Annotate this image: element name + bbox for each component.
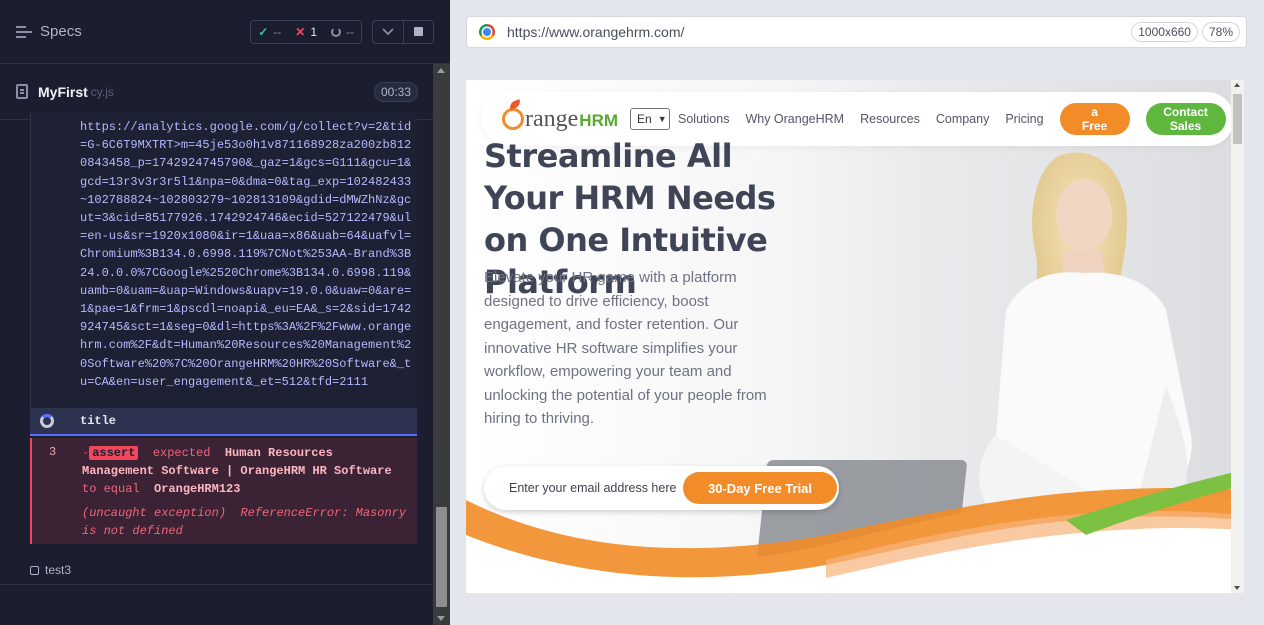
passed-count: -- bbox=[273, 24, 282, 39]
spec-duration: 00:33 bbox=[373, 81, 418, 102]
specs-menu-icon bbox=[16, 25, 32, 38]
command-number: 3 bbox=[49, 445, 57, 459]
pending-stat: -- bbox=[324, 25, 361, 39]
chevron-down-icon: ▼ bbox=[657, 114, 667, 124]
failed-icon: ✕ bbox=[295, 24, 306, 39]
nav-links: Solutions Why OrangeHRM Resources Compan… bbox=[678, 112, 1044, 126]
aut-viewport: range HRM En ▼ Solutions Why OrangeHRM R… bbox=[466, 80, 1244, 593]
assert-message: - assert expected Human Resources Managem… bbox=[82, 444, 412, 498]
zoom-badge: 78% bbox=[1201, 22, 1240, 42]
language-select[interactable]: En ▼ bbox=[630, 108, 671, 130]
passed-stat: ✓ -- bbox=[251, 25, 288, 39]
document-icon bbox=[16, 84, 28, 99]
passed-icon: ✓ bbox=[258, 24, 269, 39]
contact-sales-button[interactable]: Contact Sales bbox=[1145, 103, 1226, 135]
viewport-size-badge[interactable]: 1000x660 bbox=[1131, 22, 1198, 42]
uncaught-exception: (uncaught exception) ReferenceError: Mas… bbox=[82, 504, 412, 540]
pending-count: -- bbox=[346, 24, 354, 39]
assert-expected-value: OrangeHRM123 bbox=[154, 482, 241, 496]
logo-orange-icon bbox=[502, 99, 524, 130]
contact-button-line2: Sales bbox=[1169, 119, 1202, 133]
test-item-test3[interactable]: test3 bbox=[30, 563, 71, 577]
exception-prefix: (uncaught exception) bbox=[82, 506, 227, 520]
spec-file-ext: cy.js bbox=[90, 84, 114, 99]
test-title: test3 bbox=[45, 563, 72, 577]
aut-panel: https://www.orangehrm.com/ 1000x660 78% bbox=[450, 0, 1264, 625]
failed-count: 1 bbox=[310, 24, 317, 39]
chevron-down-icon[interactable] bbox=[373, 21, 403, 43]
command-title-label: title bbox=[80, 414, 117, 428]
aut-url[interactable]: https://www.orangehrm.com/ bbox=[507, 24, 684, 40]
nav-resources[interactable]: Resources bbox=[860, 112, 920, 126]
email-input[interactable]: Enter your email address here bbox=[509, 481, 676, 495]
free-trial-button[interactable]: 30-Day Free Trial bbox=[683, 472, 837, 504]
reporter-header: Specs ✓ -- ✕ 1 -- bbox=[0, 0, 450, 64]
request-url: https://analytics.google.com/g/collect?v… bbox=[80, 120, 412, 389]
chrome-icon bbox=[479, 24, 495, 40]
command-log-entry[interactable]: https://analytics.google.com/g/collect?v… bbox=[30, 112, 417, 408]
nav-why-orangehrm[interactable]: Why OrangeHRM bbox=[745, 112, 844, 126]
nav-pricing[interactable]: Pricing bbox=[1005, 112, 1043, 126]
failed-stat: ✕ 1 bbox=[288, 25, 324, 39]
trial-signup-form: Enter your email address here 30-Day Fre… bbox=[484, 466, 839, 510]
language-value: En bbox=[637, 112, 652, 126]
scroll-up-icon[interactable] bbox=[437, 68, 445, 73]
command-title-row[interactable]: title bbox=[30, 408, 417, 436]
assert-badge: assert bbox=[89, 446, 139, 460]
contact-button-line1: Contact bbox=[1163, 105, 1208, 119]
logo-text: range bbox=[525, 105, 579, 132]
loading-spinner-icon bbox=[40, 414, 54, 428]
aut-url-bar[interactable]: https://www.orangehrm.com/ 1000x660 78% bbox=[466, 16, 1247, 48]
assert-error-block[interactable]: 3 - assert expected Human Resources Manag… bbox=[30, 438, 417, 544]
divider bbox=[0, 584, 432, 585]
cypress-reporter: Specs ✓ -- ✕ 1 -- MyFirst cy.js 00:33 ht… bbox=[0, 0, 450, 625]
scroll-thumb[interactable] bbox=[1233, 94, 1242, 144]
nav-solutions[interactable]: Solutions bbox=[678, 112, 729, 126]
specs-label: Specs bbox=[40, 23, 82, 40]
free-button-line2: Free bbox=[1081, 119, 1108, 133]
run-controls bbox=[372, 19, 434, 44]
assert-to-equal: to equal bbox=[82, 482, 140, 496]
test-status-icon bbox=[30, 565, 39, 575]
orangehrm-logo[interactable]: range HRM bbox=[502, 99, 619, 133]
logo-hrm: HRM bbox=[579, 111, 619, 130]
scroll-down-icon[interactable] bbox=[437, 616, 445, 621]
scroll-thumb[interactable] bbox=[436, 507, 447, 607]
stop-icon bbox=[414, 27, 423, 36]
scroll-up-icon[interactable] bbox=[1234, 83, 1240, 87]
spec-file-name: MyFirst bbox=[38, 83, 88, 100]
hero-subtext: Elevate your HR game with a platform des… bbox=[484, 269, 767, 427]
pending-icon bbox=[331, 26, 341, 37]
nav-company[interactable]: Company bbox=[936, 112, 990, 126]
test-stats: ✓ -- ✕ 1 -- bbox=[250, 19, 362, 44]
specs-toggle[interactable]: Specs bbox=[16, 23, 82, 40]
assert-expected-word: expected bbox=[152, 446, 211, 460]
free-demo-button[interactable]: a Free bbox=[1059, 103, 1130, 135]
page-scrollbar[interactable] bbox=[1231, 80, 1244, 593]
stop-button[interactable] bbox=[403, 20, 433, 43]
reporter-scrollbar[interactable] bbox=[433, 64, 450, 625]
scroll-down-icon[interactable] bbox=[1234, 586, 1240, 590]
free-button-line1: a bbox=[1091, 105, 1098, 119]
